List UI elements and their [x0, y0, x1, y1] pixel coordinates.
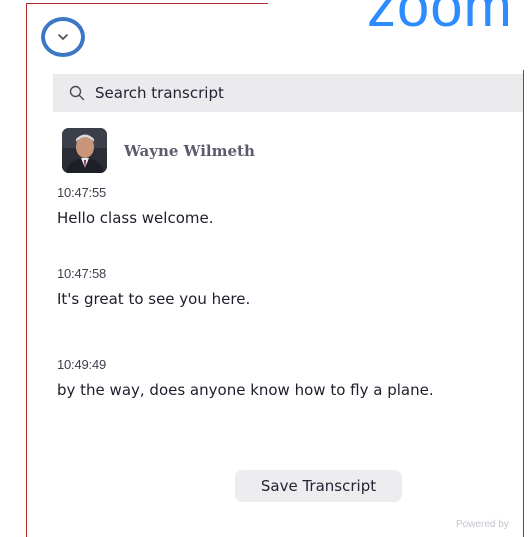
- search-input[interactable]: [93, 83, 477, 103]
- entry-timestamp: 10:47:58: [57, 266, 107, 281]
- transcript-entry: 10:49:49 by the way, does anyone know ho…: [57, 357, 434, 399]
- panel-border-top: [27, 3, 268, 4]
- zoom-logo: zoom: [367, 0, 513, 39]
- search-bar[interactable]: [53, 74, 523, 112]
- entry-text: It's great to see you here.: [57, 290, 251, 308]
- entry-timestamp: 10:49:49: [57, 357, 107, 372]
- powered-by-text: Powered by: [456, 519, 509, 530]
- collapse-button[interactable]: [41, 17, 85, 57]
- transcript-entry: 10:47:55 Hello class welcome.: [57, 185, 214, 227]
- entry-timestamp: 10:47:55: [57, 185, 107, 200]
- search-icon: [69, 85, 85, 101]
- avatar: [62, 128, 107, 173]
- chevron-down-icon: [58, 34, 68, 40]
- entry-text: by the way, does anyone know how to fly …: [57, 381, 434, 399]
- speaker-header: Wayne Wilmeth: [62, 128, 255, 173]
- save-transcript-button[interactable]: Save Transcript: [235, 470, 402, 502]
- entry-text: Hello class welcome.: [57, 209, 214, 227]
- panel-border-right: [523, 70, 524, 537]
- transcript-entry: 10:47:58 It's great to see you here.: [57, 266, 250, 308]
- speaker-avatar-photo: [62, 128, 107, 173]
- speaker-name: Wayne Wilmeth: [124, 141, 255, 160]
- panel-border-left: [26, 3, 27, 537]
